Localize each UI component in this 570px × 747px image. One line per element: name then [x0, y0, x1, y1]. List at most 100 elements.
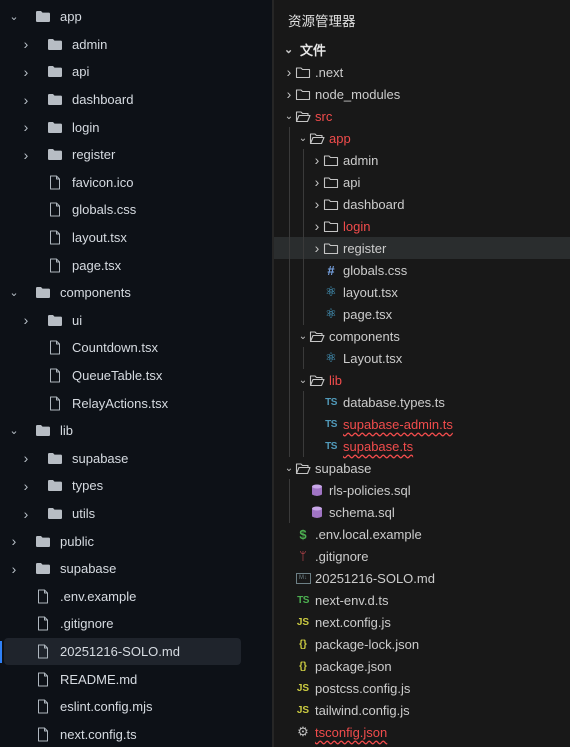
explorer-item-label: api — [343, 174, 361, 190]
chevron-right-icon: › — [23, 505, 29, 522]
file-icon — [34, 699, 52, 714]
explorer-file-next-env-d-ts[interactable]: TS next-env.d.ts — [274, 589, 570, 611]
explorer-file-next-config-js[interactable]: JS next.config.js — [274, 611, 570, 633]
left-file-page-tsx[interactable]: page.tsx — [0, 251, 272, 279]
file-icon — [46, 340, 64, 355]
chevron-right-icon: › — [23, 63, 29, 80]
explorer-folder-src[interactable]: ⌄ src — [274, 105, 570, 127]
left-item-label: admin — [72, 36, 108, 52]
active-item-indicator — [0, 641, 2, 663]
gear-icon: ⚙ — [297, 724, 309, 739]
indent-guide — [289, 127, 290, 457]
explorer-file-package-json[interactable]: {} package.json — [274, 655, 570, 677]
explorer-item-label: tsconfig.json — [315, 724, 388, 740]
left-item-label: utils — [72, 506, 96, 522]
chevron-down-icon: ⌄ — [298, 374, 308, 386]
left-folder-types[interactable]: › types — [0, 472, 272, 500]
indent-guide — [289, 479, 290, 523]
left-file-eslint-config-mjs[interactable]: eslint.config.mjs — [0, 693, 272, 721]
folder-icon — [295, 88, 311, 101]
left-file-env-example[interactable]: .env.example — [0, 583, 272, 611]
explorer-file-tsconfig-json[interactable]: ⚙ tsconfig.json — [274, 721, 570, 743]
left-item-label: register — [72, 147, 116, 163]
left-folder-register[interactable]: › register — [0, 141, 272, 169]
explorer-folder-login[interactable]: › login — [274, 215, 570, 237]
left-file-globals-css[interactable]: globals.css — [0, 196, 272, 224]
left-file-20251216-solo-md[interactable]: 20251216-SOLO.md — [4, 637, 241, 666]
folder-icon — [46, 314, 64, 327]
file-icon — [34, 589, 52, 604]
folder-icon — [34, 562, 52, 575]
left-file-layout-tsx[interactable]: layout.tsx — [0, 224, 272, 252]
explorer-file-schema-sql[interactable]: schema.sql — [274, 501, 570, 523]
file-icon — [34, 644, 52, 659]
chevron-right-icon: › — [23, 450, 29, 467]
explorer-item-label: Layout.tsx — [343, 350, 403, 366]
explorer-folder-components[interactable]: ⌄ components — [274, 325, 570, 347]
explorer-item-label: .gitignore — [315, 548, 369, 564]
folder-icon — [46, 148, 64, 161]
left-folder-supabase[interactable]: › supabase — [0, 445, 272, 473]
explorer-file-database-types-ts[interactable]: TS database.types.ts — [274, 391, 570, 413]
explorer-file-globals-css[interactable]: # globals.css — [274, 259, 570, 281]
left-folder-dashboard[interactable]: › dashboard — [0, 86, 272, 114]
explorer-file-layout-tsx[interactable]: ⚛ layout.tsx — [274, 281, 570, 303]
folder-open-icon — [295, 462, 311, 475]
explorer-folder-dashboard[interactable]: › dashboard — [274, 193, 570, 215]
chevron-right-icon: › — [286, 64, 292, 80]
chevron-right-icon: › — [314, 174, 320, 190]
left-folder-ui[interactable]: › ui — [0, 307, 272, 335]
left-file-readme-md[interactable]: README.md — [0, 665, 272, 693]
chevron-right-icon: › — [23, 36, 29, 53]
explorer-folder-register[interactable]: › register — [274, 237, 570, 259]
left-folder-components[interactable]: ⌄ components — [0, 279, 272, 307]
explorer-item-label: app — [329, 130, 351, 146]
chevron-right-icon: › — [23, 91, 29, 108]
files-section-header[interactable]: ⌄ 文件 — [284, 40, 326, 59]
left-file-queuetable-tsx[interactable]: QueueTable.tsx — [0, 362, 272, 390]
explorer-item-label: .next — [315, 64, 344, 80]
explorer-folder-next[interactable]: › .next — [274, 61, 570, 83]
left-file-favicon-ico[interactable]: favicon.ico — [0, 169, 272, 197]
left-folder-admin[interactable]: › admin — [0, 31, 272, 59]
left-folder-api[interactable]: › api — [0, 58, 272, 86]
folder-open-icon — [309, 132, 325, 145]
explorer-folder-node-modules[interactable]: › node_modules — [274, 83, 570, 105]
left-folder-public[interactable]: › public — [0, 527, 272, 555]
explorer-item-label: database.types.ts — [343, 394, 445, 410]
explorer-file-gitignore[interactable]: ᛘ .gitignore — [274, 545, 570, 567]
explorer-folder-lib[interactable]: ⌄ lib — [274, 369, 570, 391]
explorer-item-label: package.json — [315, 658, 392, 674]
folder-icon — [46, 121, 64, 134]
indent-guide — [303, 347, 304, 369]
database-icon — [309, 506, 325, 519]
left-folder-login[interactable]: › login — [0, 113, 272, 141]
explorer-file-tailwind-config-js[interactable]: JS tailwind.config.js — [274, 699, 570, 721]
explorer-file-postcss-config-js[interactable]: JS postcss.config.js — [274, 677, 570, 699]
left-folder-app[interactable]: ⌄ app — [0, 3, 272, 31]
chevron-down-icon: ⌄ — [284, 110, 294, 122]
left-folder-lib[interactable]: ⌄ lib — [0, 417, 272, 445]
folder-icon — [34, 10, 52, 23]
explorer-file-supabase-ts[interactable]: TS supabase.ts — [274, 435, 570, 457]
left-file-next-config-ts[interactable]: next.config.ts — [0, 721, 272, 747]
explorer-file-layout-tsx[interactable]: ⚛ Layout.tsx — [274, 347, 570, 369]
explorer-folder-supabase[interactable]: ⌄ supabase — [274, 457, 570, 479]
left-folder-supabase[interactable]: › supabase — [0, 555, 272, 583]
folder-icon — [323, 198, 339, 211]
left-file-gitignore[interactable]: .gitignore — [0, 610, 272, 638]
left-file-countdown-tsx[interactable]: Countdown.tsx — [0, 334, 272, 362]
file-icon — [46, 258, 64, 273]
left-file-relayactions-tsx[interactable]: RelayActions.tsx — [0, 389, 272, 417]
dollar-icon: $ — [299, 526, 307, 542]
explorer-file-rls-policies-sql[interactable]: rls-policies.sql — [274, 479, 570, 501]
explorer-file-env-local-example[interactable]: $ .env.local.example — [274, 523, 570, 545]
explorer-folder-app[interactable]: ⌄ app — [274, 127, 570, 149]
explorer-folder-api[interactable]: › api — [274, 171, 570, 193]
explorer-file-supabase-admin-ts[interactable]: TS supabase-admin.ts — [274, 413, 570, 435]
explorer-file-20251216-solo-md[interactable]: M↓ 20251216-SOLO.md — [274, 567, 570, 589]
explorer-folder-admin[interactable]: › admin — [274, 149, 570, 171]
explorer-file-page-tsx[interactable]: ⚛ page.tsx — [274, 303, 570, 325]
left-folder-utils[interactable]: › utils — [0, 500, 272, 528]
explorer-file-package-lock-json[interactable]: {} package-lock.json — [274, 633, 570, 655]
